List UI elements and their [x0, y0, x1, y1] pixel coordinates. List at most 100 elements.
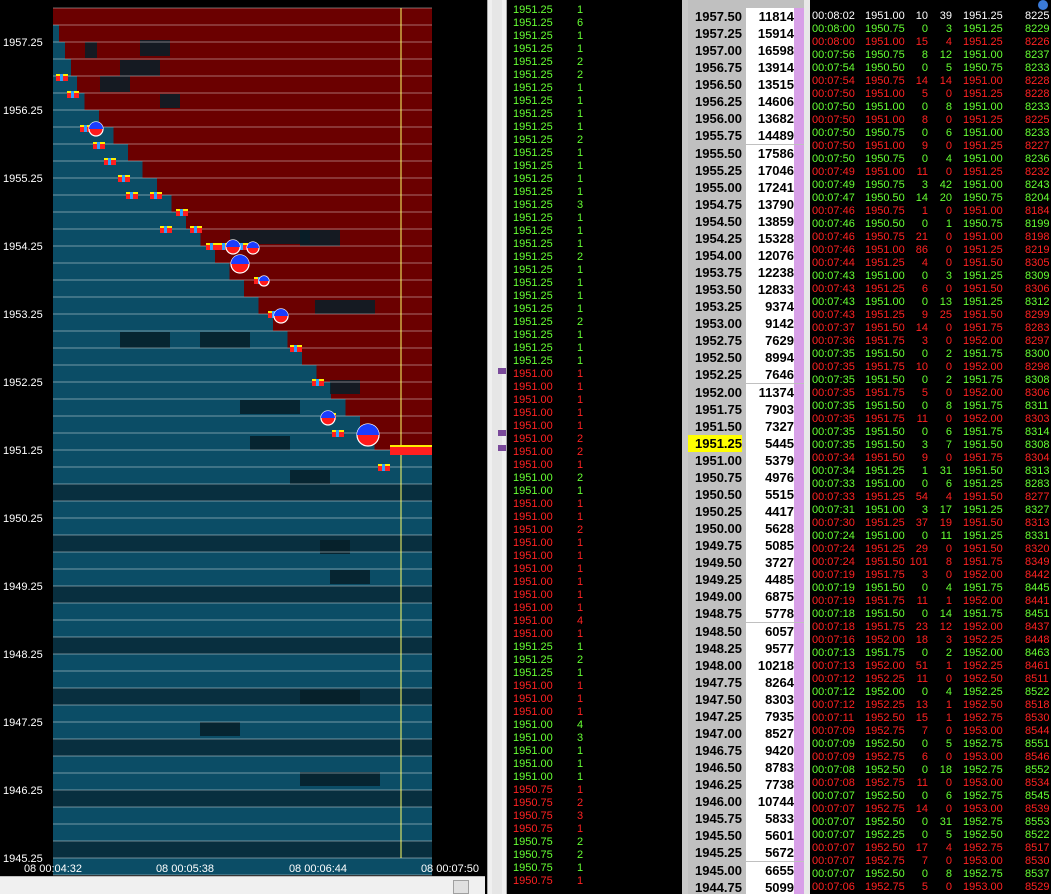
trade-row[interactable]: 00:07:11 1952.50 15 1 1952.75 8530: [810, 712, 1051, 725]
ladder-row[interactable]: 1951.75 7903: [688, 400, 804, 418]
order-book-heatmap[interactable]: 1957.25 1956.25 1955.25 1954.25 1953.25 1952.…: [0, 0, 487, 876]
trade-row[interactable]: 00:07:24 1951.25 29 0 1951.50 8320: [810, 543, 1051, 556]
ladder-row[interactable]: 1952.00 11374: [688, 383, 804, 401]
trade-row[interactable]: 00:07:18 1951.50 0 14 1951.75 8451: [810, 608, 1051, 621]
trade-row[interactable]: 00:07:07 1952.50 0 8 1952.75 8537: [810, 868, 1051, 881]
trade-row[interactable]: 00:07:09 1952.75 7 0 1953.00 8544: [810, 725, 1051, 738]
ladder-row-current[interactable]: 1951.25 5445: [688, 434, 804, 452]
trade-row[interactable]: 00:07:44 1951.25 4 0 1951.50 8305: [810, 257, 1051, 270]
ladder-row[interactable]: 1948.75 5778: [688, 605, 804, 623]
panel-splitter[interactable]: [487, 0, 507, 894]
ladder-row[interactable]: 1955.00 17241: [688, 178, 804, 196]
trade-row[interactable]: 00:07:34 1951.25 1 31 1951.50 8313: [810, 465, 1051, 478]
ladder-row[interactable]: 1950.25 4417: [688, 503, 804, 521]
trade-row[interactable]: 00:07:12 1952.25 13 1 1952.50 8518: [810, 699, 1051, 712]
trade-row[interactable]: 00:07:35 1951.75 5 0 1952.00 8306: [810, 387, 1051, 400]
trade-row[interactable]: 00:07:50 1951.00 8 0 1951.25 8225: [810, 114, 1051, 127]
ladder-row[interactable]: 1950.75 4976: [688, 468, 804, 486]
ladder-row[interactable]: 1947.75 8264: [688, 673, 804, 691]
trade-row[interactable]: 00:07:07 1952.50 0 31 1952.75 8553: [810, 816, 1051, 829]
trade-row[interactable]: 00:07:47 1950.50 14 20 1950.75 8204: [810, 192, 1051, 205]
trade-row[interactable]: 00:08:00 1950.75 0 3 1951.25 8229: [810, 23, 1051, 36]
trade-row[interactable]: 00:07:36 1951.75 3 0 1952.00 8297: [810, 335, 1051, 348]
trade-row[interactable]: 00:07:12 1952.25 11 0 1952.50 8511: [810, 673, 1051, 686]
ladder-row[interactable]: 1949.00 6875: [688, 588, 804, 606]
trade-row[interactable]: 00:07:35 1951.50 0 8 1951.75 8311: [810, 400, 1051, 413]
trade-row[interactable]: 00:07:07 1952.25 0 5 1952.50 8522: [810, 829, 1051, 842]
trade-row[interactable]: 00:07:35 1951.75 10 0 1952.00 8298: [810, 361, 1051, 374]
ladder-row[interactable]: 1953.25 9374: [688, 298, 804, 316]
ladder-row[interactable]: 1955.25 17046: [688, 161, 804, 179]
ladder-row[interactable]: 1948.00 10218: [688, 656, 804, 674]
trade-row[interactable]: 00:07:46 1950.50 0 1 1950.75 8199: [810, 218, 1051, 231]
ladder-row[interactable]: 1956.25 14606: [688, 93, 804, 111]
trade-row[interactable]: 00:07:49 1951.00 11 0 1951.25 8232: [810, 166, 1051, 179]
trade-row[interactable]: 00:07:13 1951.75 0 2 1952.00 8463: [810, 647, 1051, 660]
ladder-row[interactable]: 1950.50 5515: [688, 485, 804, 503]
trade-row[interactable]: 00:07:49 1950.75 3 42 1951.00 8243: [810, 179, 1051, 192]
trade-row[interactable]: 00:07:09 1952.50 0 5 1952.75 8551: [810, 738, 1051, 751]
trade-row[interactable]: 00:07:35 1951.50 3 7 1951.50 8308: [810, 439, 1051, 452]
trade-row[interactable]: 00:07:54 1950.75 14 14 1951.00 8228: [810, 75, 1051, 88]
trade-row[interactable]: 00:07:50 1951.00 9 0 1951.25 8227: [810, 140, 1051, 153]
ladder-row[interactable]: 1947.00 8527: [688, 724, 804, 742]
trade-row[interactable]: 00:07:35 1951.75 11 0 1952.00 8303: [810, 413, 1051, 426]
ladder-row[interactable]: 1951.00 5379: [688, 451, 804, 469]
ladder-row[interactable]: 1950.00 5628: [688, 520, 804, 538]
trade-row[interactable]: 00:07:35 1951.50 0 2 1951.75 8308: [810, 374, 1051, 387]
trade-row[interactable]: 00:07:35 1951.50 0 2 1951.75 8300: [810, 348, 1051, 361]
ladder-row[interactable]: 1957.50 11814: [688, 8, 804, 25]
trade-row[interactable]: 00:08:00 1951.00 15 4 1951.25 8226: [810, 36, 1051, 49]
ladder-row[interactable]: 1957.25 15914: [688, 25, 804, 43]
ladder-row[interactable]: 1945.50 5601: [688, 827, 804, 845]
ladder-row[interactable]: 1946.50 8783: [688, 759, 804, 777]
trade-row[interactable]: 00:07:56 1950.75 8 12 1951.00 8237: [810, 49, 1051, 62]
trade-row[interactable]: 00:07:54 1950.50 0 5 1950.75 8233: [810, 62, 1051, 75]
trade-row[interactable]: 00:07:19 1951.75 11 1 1952.00 8441: [810, 595, 1051, 608]
trade-row[interactable]: 00:07:37 1951.50 14 0 1951.75 8283: [810, 322, 1051, 335]
trade-row[interactable]: 00:07:13 1952.00 51 1 1952.25 8461: [810, 660, 1051, 673]
ladder-row[interactable]: 1949.25 4485: [688, 571, 804, 589]
ladder-row[interactable]: 1951.50 7327: [688, 417, 804, 435]
trade-row[interactable]: 00:07:33 1951.00 0 6 1951.25 8283: [810, 478, 1051, 491]
ladder-row[interactable]: 1952.25 7646: [688, 366, 804, 384]
ladder-row[interactable]: 1945.00 6655: [688, 861, 804, 879]
trade-row[interactable]: 00:07:31 1951.00 3 17 1951.25 8327: [810, 504, 1051, 517]
ladder-row[interactable]: 1954.25 15328: [688, 229, 804, 247]
ladder-row[interactable]: 1956.50 13515: [688, 76, 804, 94]
ladder-row[interactable]: 1944.75 5099: [688, 878, 804, 894]
trade-row[interactable]: 00:07:33 1951.25 54 4 1951.50 8277: [810, 491, 1051, 504]
trade-row[interactable]: 00:07:46 1951.00 86 0 1951.25 8219: [810, 244, 1051, 257]
ladder-row[interactable]: 1953.75 12238: [688, 264, 804, 282]
time-and-sales-tape[interactable]: 1951.25 1 1951.25 6 1951.25 1 1951.25 1 1951.25 2…: [507, 0, 682, 894]
trades-log[interactable]: 00:08:02 1951.00 10 39 1951.25 8225 00:08:00 19…: [810, 0, 1051, 894]
ladder-row[interactable]: 1945.75 5833: [688, 810, 804, 828]
trade-row[interactable]: 00:07:46 1950.75 1 0 1951.00 8184: [810, 205, 1051, 218]
trade-row[interactable]: 00:07:24 1951.00 0 11 1951.25 8331: [810, 530, 1051, 543]
trade-row[interactable]: 00:07:43 1951.00 0 3 1951.25 8309: [810, 270, 1051, 283]
ladder-row[interactable]: 1954.50 13859: [688, 212, 804, 230]
trade-row[interactable]: 00:07:08 1952.75 11 0 1953.00 8534: [810, 777, 1051, 790]
volume-ladder[interactable]: 1957.50 11814 1957.25 15914 1957.00 16598 1956…: [688, 0, 804, 894]
ladder-row[interactable]: 1955.50 17586: [688, 144, 804, 162]
trade-row[interactable]: 00:07:24 1951.50 101 8 1951.75 8349: [810, 556, 1051, 569]
ladder-row[interactable]: 1954.00 12076: [688, 246, 804, 264]
ladder-row[interactable]: 1947.50 8303: [688, 690, 804, 708]
trade-row[interactable]: 00:07:43 1951.00 0 13 1951.25 8312: [810, 296, 1051, 309]
trade-row[interactable]: 00:07:50 1950.75 0 6 1951.00 8233: [810, 127, 1051, 140]
ladder-row[interactable]: 1952.50 8994: [688, 349, 804, 367]
ladder-row[interactable]: 1957.00 16598: [688, 42, 804, 60]
ladder-row[interactable]: 1945.25 5672: [688, 844, 804, 862]
trade-row[interactable]: 00:08:02 1951.00 10 39 1951.25 8225: [810, 10, 1051, 23]
trade-row[interactable]: 00:07:07 1952.75 7 0 1953.00 8530: [810, 855, 1051, 868]
trade-row[interactable]: 00:07:12 1952.00 0 4 1952.25 8522: [810, 686, 1051, 699]
trade-row[interactable]: 00:07:30 1951.25 37 19 1951.50 8313: [810, 517, 1051, 530]
trade-row[interactable]: 00:07:08 1952.50 0 18 1952.75 8552: [810, 764, 1051, 777]
trade-row[interactable]: 00:07:19 1951.75 3 0 1952.00 8442: [810, 569, 1051, 582]
ladder-row[interactable]: 1949.75 5085: [688, 537, 804, 555]
trade-row[interactable]: 00:07:06 1952.75 5 0 1953.00 8529: [810, 881, 1051, 894]
horizontal-scrollbar[interactable]: [0, 876, 485, 894]
trade-row[interactable]: 00:07:43 1951.25 9 25 1951.50 8299: [810, 309, 1051, 322]
ladder-row[interactable]: 1952.75 7629: [688, 332, 804, 350]
ladder-row[interactable]: 1948.50 6057: [688, 622, 804, 640]
